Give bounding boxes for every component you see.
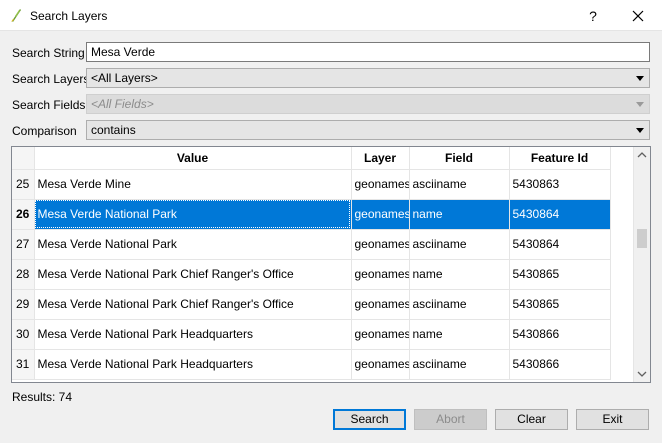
- cell-feature-id[interactable]: 5430866: [509, 319, 611, 350]
- close-button[interactable]: [620, 4, 656, 28]
- help-button[interactable]: ?: [575, 4, 611, 28]
- chevron-down-icon: [637, 371, 647, 377]
- search-fields-value: <All Fields>: [91, 97, 154, 111]
- search-layers-value: <All Layers>: [91, 71, 158, 85]
- cell-value[interactable]: Mesa Verde National Park Chief Ranger's …: [34, 259, 352, 290]
- results-count: Results: 74: [12, 390, 73, 404]
- cell-layer[interactable]: geonames: [351, 289, 410, 320]
- cell-layer[interactable]: geonames: [351, 259, 410, 290]
- cell-layer[interactable]: geonames: [351, 199, 410, 230]
- search-layers-select[interactable]: <All Layers>: [86, 68, 650, 88]
- table-row[interactable]: 27 Mesa Verde National Park geonames asc…: [12, 229, 611, 260]
- column-header-layer[interactable]: Layer: [351, 147, 410, 170]
- cell-feature-id[interactable]: 5430864: [509, 229, 611, 260]
- chevron-up-icon: [637, 152, 647, 158]
- clear-button[interactable]: Clear: [495, 409, 568, 430]
- cell-layer[interactable]: geonames: [351, 319, 410, 350]
- column-header-value[interactable]: Value: [34, 147, 352, 170]
- cell-field[interactable]: name: [409, 259, 510, 290]
- corner-header[interactable]: [12, 147, 35, 170]
- vertical-scrollbar[interactable]: [633, 147, 650, 382]
- cell-value[interactable]: Mesa Verde National Park Chief Ranger's …: [34, 289, 352, 320]
- comparison-value: contains: [91, 123, 136, 137]
- exit-button[interactable]: Exit: [576, 409, 649, 430]
- cell-feature-id[interactable]: 5430865: [509, 289, 611, 320]
- window-title: Search Layers: [30, 9, 108, 23]
- cell-feature-id[interactable]: 5430863: [509, 169, 611, 200]
- chevron-down-icon: [636, 76, 644, 81]
- close-icon: [632, 10, 644, 22]
- qgis-app-icon: [11, 9, 21, 22]
- cell-feature-id[interactable]: 5430866: [509, 349, 611, 380]
- row-number: 29: [12, 289, 35, 320]
- title-bar: Search Layers ?: [0, 0, 662, 31]
- table-row[interactable]: 25 Mesa Verde Mine geonames asciiname 54…: [12, 169, 611, 200]
- cell-feature-id[interactable]: 5430864: [509, 199, 611, 230]
- search-string-input[interactable]: Mesa Verde: [86, 42, 650, 62]
- comparison-label: Comparison: [12, 124, 77, 138]
- search-layers-label: Search Layers: [12, 72, 90, 86]
- table-row[interactable]: 30 Mesa Verde National Park Headquarters…: [12, 319, 611, 350]
- chevron-down-icon: [636, 102, 644, 107]
- scroll-down-button[interactable]: [634, 365, 650, 382]
- cell-value[interactable]: Mesa Verde National Park Headquarters: [34, 349, 352, 380]
- row-number: 27: [12, 229, 35, 260]
- search-string-label: Search String: [12, 46, 85, 60]
- cell-feature-id[interactable]: 5430865: [509, 259, 611, 290]
- row-number: 30: [12, 319, 35, 350]
- table-row[interactable]: 28 Mesa Verde National Park Chief Ranger…: [12, 259, 611, 290]
- cell-value[interactable]: Mesa Verde National Park Headquarters: [34, 319, 352, 350]
- table-row[interactable]: 31 Mesa Verde National Park Headquarters…: [12, 349, 611, 380]
- chevron-down-icon: [636, 128, 644, 133]
- cell-layer[interactable]: geonames: [351, 229, 410, 260]
- cell-field[interactable]: asciiname: [409, 169, 510, 200]
- scroll-up-button[interactable]: [634, 147, 650, 164]
- scrollbar-thumb[interactable]: [637, 229, 647, 248]
- row-number: 28: [12, 259, 35, 290]
- search-fields-select: <All Fields>: [86, 94, 650, 114]
- cell-value[interactable]: Mesa Verde National Park: [34, 199, 352, 230]
- cell-value[interactable]: Mesa Verde National Park: [34, 229, 352, 260]
- row-number: 26: [12, 199, 35, 230]
- abort-button: Abort: [414, 409, 487, 430]
- column-header-field[interactable]: Field: [409, 147, 510, 170]
- cell-layer[interactable]: geonames: [351, 349, 410, 380]
- cell-field[interactable]: asciiname: [409, 229, 510, 260]
- comparison-select[interactable]: contains: [86, 120, 650, 140]
- cell-field[interactable]: name: [409, 199, 510, 230]
- results-table[interactable]: Value Layer Field Feature Id 25 Mesa Ver…: [11, 146, 651, 383]
- cell-field[interactable]: asciiname: [409, 289, 510, 320]
- table-row-selected[interactable]: 26 Mesa Verde National Park geonames nam…: [12, 199, 611, 230]
- row-number: 25: [12, 169, 35, 200]
- search-button[interactable]: Search: [333, 409, 406, 430]
- cell-field[interactable]: asciiname: [409, 349, 510, 380]
- search-fields-label: Search Fields: [12, 98, 86, 112]
- column-header-feature-id[interactable]: Feature Id: [509, 147, 611, 170]
- cell-layer[interactable]: geonames: [351, 169, 410, 200]
- cell-field[interactable]: name: [409, 319, 510, 350]
- table-header-row: Value Layer Field Feature Id: [12, 147, 611, 170]
- row-number: 31: [12, 349, 35, 380]
- cell-value[interactable]: Mesa Verde Mine: [34, 169, 352, 200]
- table-row[interactable]: 29 Mesa Verde National Park Chief Ranger…: [12, 289, 611, 320]
